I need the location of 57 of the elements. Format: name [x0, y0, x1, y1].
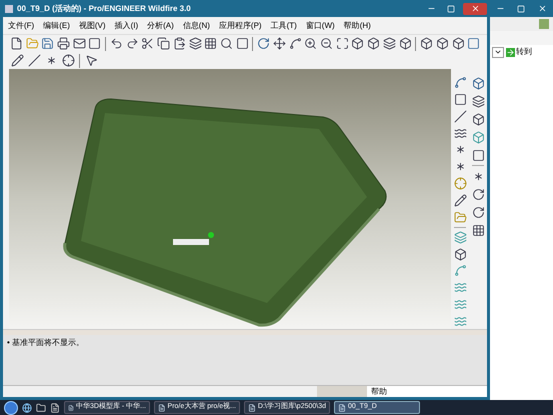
document-icon	[68, 404, 74, 412]
mail-icon[interactable]	[72, 36, 87, 52]
caret-icon	[494, 48, 502, 56]
pan-icon[interactable]	[272, 36, 287, 52]
menu-item[interactable]: 编辑(E)	[43, 20, 70, 32]
zoom-in-icon[interactable]	[304, 36, 318, 52]
menu-item[interactable]: 信息(N)	[182, 20, 210, 32]
cube-icon[interactable]	[366, 36, 382, 52]
pencil-icon[interactable]	[452, 193, 468, 208]
document-icon	[248, 404, 256, 412]
close-icon[interactable]	[538, 4, 547, 13]
cube-icon[interactable]	[419, 36, 434, 52]
layers-icon[interactable]	[188, 36, 202, 52]
menu-item[interactable]: 窗口(W)	[306, 20, 335, 32]
copy-icon[interactable]	[156, 36, 171, 52]
undo-icon[interactable]	[109, 36, 124, 52]
cube-icon[interactable]	[450, 36, 466, 52]
curve-icon[interactable]	[452, 75, 468, 90]
menu-item[interactable]: 应用程序(P)	[218, 20, 262, 32]
cube-icon[interactable]	[350, 36, 366, 52]
menu-item[interactable]: 文件(F)	[8, 20, 34, 32]
address-dropdown[interactable]	[492, 46, 504, 58]
app-icon	[5, 4, 13, 12]
print-icon[interactable]	[56, 36, 71, 52]
grid-icon[interactable]	[203, 36, 218, 52]
cube-icon[interactable]	[435, 36, 450, 52]
document-icon[interactable]	[50, 402, 60, 412]
cube-icon[interactable]	[398, 36, 412, 52]
menu-item[interactable]: 视图(V)	[78, 20, 106, 32]
go-button[interactable]: 转到	[506, 46, 532, 58]
browser-icon[interactable]	[22, 402, 32, 412]
folder-icon[interactable]	[36, 402, 46, 412]
start-button[interactable]	[4, 400, 18, 414]
menu-item[interactable]: 插入(I)	[114, 20, 138, 32]
window-title: 00_T9_D (活动的) - Pro/ENGINEER Wildfire 3.0	[17, 2, 192, 14]
close-icon	[470, 4, 480, 13]
status-help-text: 帮助	[367, 386, 487, 397]
rotate-icon[interactable]	[256, 36, 272, 52]
message-text: • 基准平面将不显示。	[7, 337, 86, 349]
document-icon	[158, 404, 166, 412]
new-file-icon[interactable]	[9, 36, 24, 52]
layers-icon[interactable]	[382, 36, 397, 52]
paste-icon[interactable]	[172, 36, 187, 52]
save-icon[interactable]	[40, 36, 56, 52]
status-field	[317, 386, 367, 397]
model-viewport[interactable]	[9, 69, 451, 329]
spline-icon[interactable]	[288, 36, 302, 52]
maximize-icon[interactable]	[517, 4, 526, 12]
maximize-icon	[447, 4, 455, 12]
menu-item[interactable]: 帮助(H)	[344, 20, 371, 32]
close-button[interactable]	[463, 2, 487, 14]
search-icon[interactable]	[219, 36, 234, 52]
document-icon	[338, 404, 346, 412]
menu-item[interactable]: 工具(T)	[270, 20, 297, 32]
zoom-out-icon[interactable]	[319, 36, 334, 52]
redo-icon[interactable]	[124, 36, 140, 52]
menu-item[interactable]: 分析(A)	[147, 20, 174, 32]
